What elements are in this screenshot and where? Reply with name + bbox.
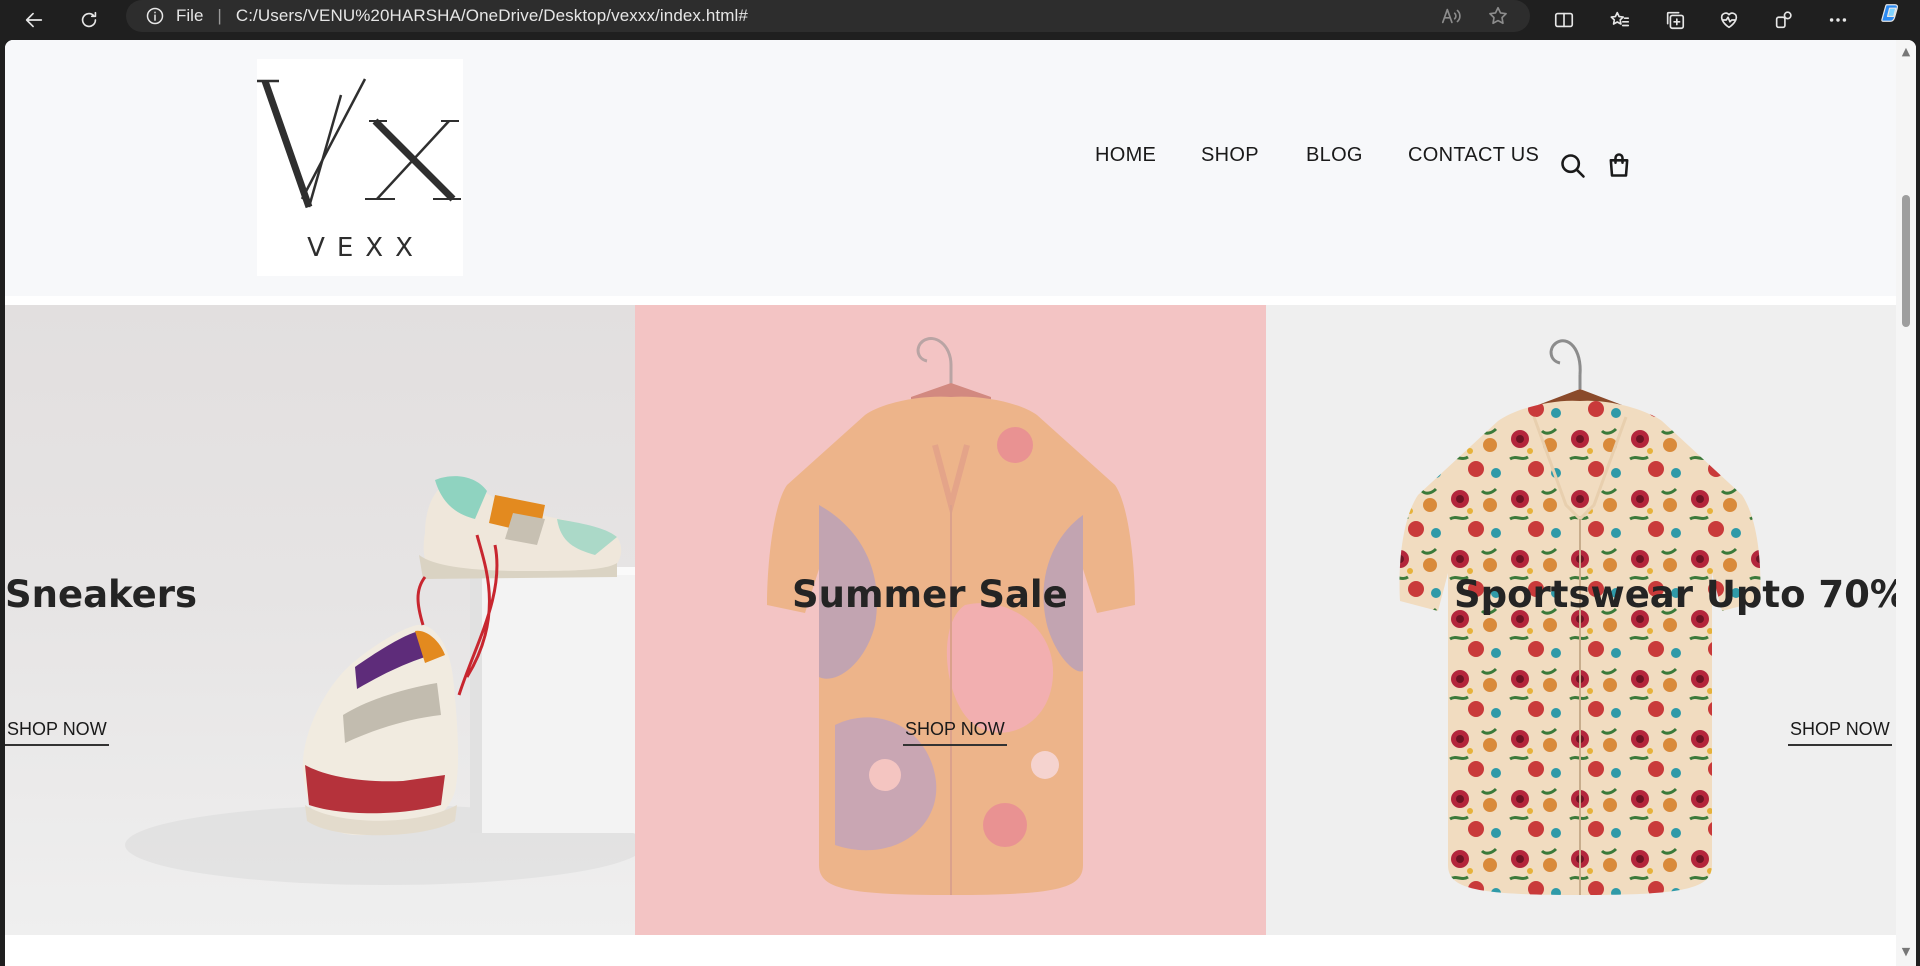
favorites-list-icon [1610, 11, 1630, 27]
hero-panel-summer-sale: Summer Sale SHOP NOW [635, 305, 1266, 935]
address-url[interactable]: C:/Users/VENU%20HARSHA/OneDrive/Desktop/… [236, 6, 748, 26]
shop-now-link-sneakers[interactable]: SHOP NOW [5, 719, 109, 746]
extensions-icon [1775, 11, 1792, 29]
collections-button[interactable] [1659, 4, 1691, 36]
site-header: VEXX HOME SHOP BLOG CONTACT US [5, 40, 1896, 296]
more-dots-icon [1829, 18, 1847, 22]
shop-now-link-summer-sale[interactable]: SHOP NOW [903, 719, 1007, 746]
hero-title-sneakers: Sneakers [5, 573, 198, 616]
hero-panel-sportswear: Sportswear Upto 70% off SHOP NOW [1266, 305, 1896, 935]
refresh-icon [81, 11, 97, 28]
split-screen-button[interactable] [1548, 4, 1580, 36]
scroll-down-arrow-icon[interactable]: ▼ [1900, 946, 1912, 958]
favorites-button[interactable] [1604, 4, 1636, 36]
back-arrow-icon [25, 12, 43, 28]
pastel-shirt-image [767, 337, 1135, 895]
heart-pulse-icon [1720, 12, 1738, 29]
favorite-star-icon[interactable] [1487, 5, 1509, 27]
page-viewport: VEXX HOME SHOP BLOG CONTACT US Sneakers … [5, 40, 1916, 966]
scrollbar-thumb[interactable] [1902, 195, 1910, 327]
site-logo[interactable]: VEXX [257, 59, 463, 276]
browser-essentials-button[interactable] [1713, 4, 1745, 36]
sneakers-image [125, 476, 635, 885]
shopping-bag-icon[interactable] [1605, 151, 1633, 179]
extensions-button[interactable] [1768, 4, 1800, 36]
split-screen-icon [1554, 12, 1574, 28]
nav-shop[interactable]: SHOP [1201, 144, 1259, 167]
page-scrollbar[interactable]: ▲ ▼ [1896, 40, 1916, 966]
more-menu-button[interactable] [1822, 4, 1854, 36]
scroll-up-arrow-icon[interactable]: ▲ [1900, 46, 1912, 58]
shop-now-link-sportswear[interactable]: SHOP NOW [1788, 719, 1892, 746]
nav-blog[interactable]: BLOG [1306, 144, 1363, 167]
refresh-button[interactable] [73, 4, 105, 36]
vx-monogram [257, 78, 461, 209]
nav-contact-us[interactable]: CONTACT US [1408, 144, 1539, 167]
nav-home[interactable]: HOME [1095, 144, 1156, 167]
address-bar[interactable]: File | C:/Users/VENU%20HARSHA/OneDrive/D… [126, 0, 1530, 32]
copilot-icon [1881, 4, 1899, 22]
collections-icon [1666, 11, 1685, 30]
read-aloud-icon[interactable] [1440, 5, 1462, 27]
floral-shirt-image [1399, 339, 1761, 895]
hero-panel-sneakers: Sneakers SHOP NOW [5, 305, 635, 935]
address-scheme-label: File [176, 6, 204, 25]
logo-wordmark: VEXX [307, 233, 425, 263]
search-icon[interactable] [1559, 152, 1587, 180]
hero-title-summer-sale: Summer Sale [792, 573, 1068, 616]
address-separator: | [217, 6, 222, 25]
hero-title-sportswear: Sportswear Upto 70% off [1454, 573, 1896, 616]
back-button[interactable] [18, 4, 50, 36]
info-icon[interactable] [144, 5, 166, 27]
copilot-button[interactable] [1880, 2, 1912, 34]
browser-toolbar: File | C:/Users/VENU%20HARSHA/OneDrive/D… [0, 0, 1920, 40]
